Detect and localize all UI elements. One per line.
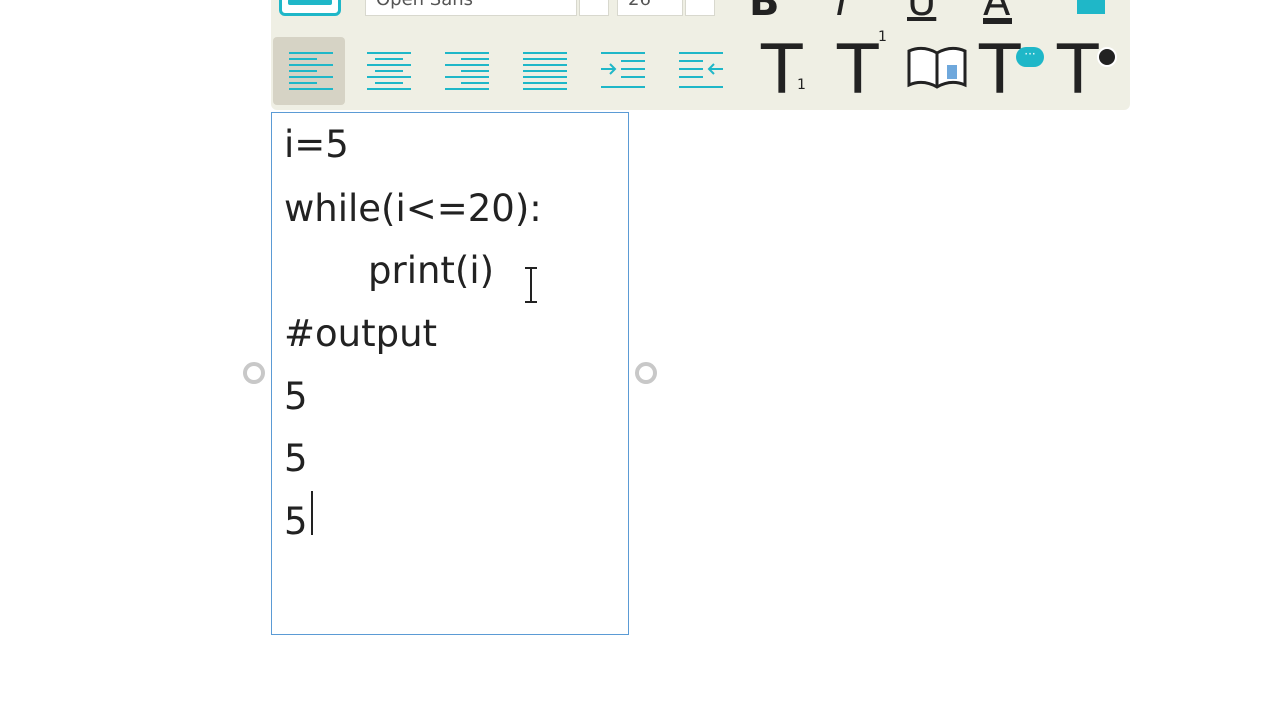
outdent-button[interactable] (663, 37, 735, 105)
read-aloud-book-icon[interactable] (905, 43, 969, 91)
strikethrough-button[interactable]: A (983, 0, 1013, 24)
text-line: 5 (284, 375, 308, 418)
subscript-button[interactable]: T (761, 37, 803, 105)
gear-icon (1097, 47, 1117, 67)
indent-button[interactable] (585, 37, 657, 105)
toolbar-row-bottom: T 1 T 1 T ··· T (271, 29, 1130, 107)
text-comment-button[interactable]: T (979, 37, 1021, 105)
font-size-dropdown-arrow[interactable] (685, 0, 715, 16)
underline-button[interactable]: U (907, 0, 936, 22)
align-center-button[interactable] (351, 37, 423, 105)
justify-button[interactable] (507, 37, 579, 105)
outdent-icon (679, 52, 723, 88)
text-line: 5 (284, 437, 308, 480)
formatting-toolbar: Open Sans 26 B I U A (271, 0, 1130, 110)
text-line: while(i<=20): (284, 187, 542, 230)
text-line: #output (284, 312, 438, 355)
align-left-icon (289, 52, 333, 90)
text-settings-button[interactable]: T (1057, 37, 1099, 105)
subscript-digit: 1 (797, 77, 806, 93)
italic-button[interactable]: I (836, 0, 848, 22)
align-center-icon (367, 52, 411, 90)
text-line: i=5 (284, 123, 349, 166)
resize-handle-left[interactable] (243, 362, 265, 384)
font-family-select[interactable]: Open Sans (365, 0, 577, 16)
superscript-button[interactable]: T (837, 37, 879, 105)
ibeam-cursor-icon (525, 267, 537, 303)
highlight-color-button[interactable] (1077, 0, 1105, 14)
code-text-box[interactable]: i=5 while(i<=20): print(i) #output 5 5 5 (271, 112, 629, 635)
text-caret (311, 491, 313, 535)
comment-bubble-icon: ··· (1016, 47, 1044, 67)
superscript-digit: 1 (878, 29, 887, 45)
align-left-button[interactable] (273, 37, 345, 105)
text-line: 5 (284, 500, 308, 543)
font-size-select[interactable]: 26 (617, 0, 683, 16)
text-color-button[interactable] (279, 0, 341, 16)
resize-handle-right[interactable] (635, 362, 657, 384)
indent-icon (601, 52, 645, 88)
align-right-button[interactable] (429, 37, 501, 105)
toolbar-row-top: Open Sans 26 B I U A (271, 0, 1130, 24)
align-right-icon (445, 52, 489, 90)
text-line: print(i) (368, 249, 495, 292)
bold-button[interactable]: B (749, 0, 780, 22)
font-family-dropdown-arrow[interactable] (579, 0, 609, 16)
justify-icon (523, 52, 567, 90)
